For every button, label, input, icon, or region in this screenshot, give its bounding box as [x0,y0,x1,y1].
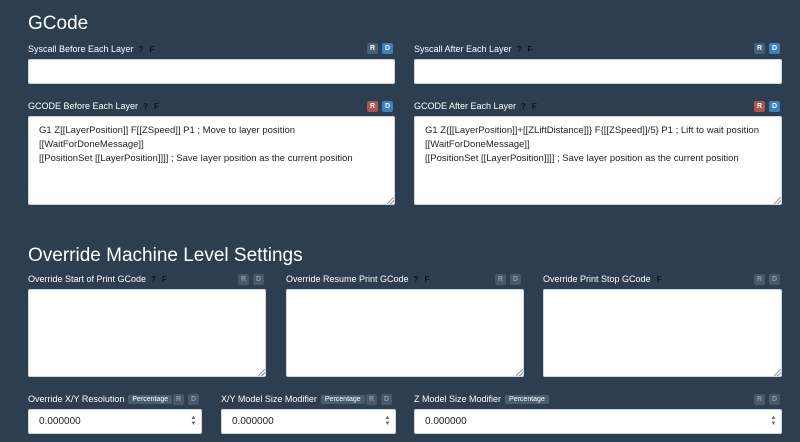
flag-icon[interactable]: F [424,275,429,284]
gcode-after-label: GCODE After Each Layer [414,101,517,111]
syscall-after-label-row: Syscall After Each Layer? F [414,44,532,54]
resize-grip-icon[interactable] [774,369,781,376]
gcode-before-r-button[interactable]: R [367,101,378,112]
xy-size-value: 0.000000 [232,416,274,427]
gcode-before-label: GCODE Before Each Layer [28,101,139,111]
syscall-after-r-button[interactable]: R [754,43,765,54]
resize-grip-icon[interactable] [387,197,394,204]
resize-grip-icon[interactable] [774,197,781,204]
start-print-textarea[interactable] [28,289,266,377]
xy-size-label: X/Y Model Size Modifier [221,394,317,404]
percentage-badge: Percentage [505,395,549,405]
stop-print-label-row: Override Print Stop GCode F [543,274,661,284]
help-icon[interactable]: ? [139,45,144,54]
percentage-badge: Percentage [320,395,365,405]
stop-print-d-button[interactable]: D [769,274,780,285]
stop-print-textarea[interactable] [543,289,782,377]
help-icon[interactable]: ? [143,102,148,111]
xy-size-label-row: X/Y Model Size Modifier Percentage [221,394,365,405]
flag-icon[interactable]: F [532,102,537,111]
z-size-r-button[interactable]: R [754,394,765,405]
z-size-label: Z Model Size Modifier [414,394,502,404]
xy-resolution-r-button[interactable]: R [173,394,184,405]
stop-print-r-button[interactable]: R [754,274,765,285]
z-size-value: 0.000000 [425,416,467,427]
start-print-label-row: Override Start of Print GCode? F [28,274,167,284]
syscall-after-d-button[interactable]: D [769,43,780,54]
resume-print-d-button[interactable]: D [510,274,521,285]
syscall-after-input[interactable] [414,59,782,84]
xy-size-input[interactable]: 0.000000 ▲ ▼ [221,409,396,434]
gcode-before-label-row: GCODE Before Each Layer? F [28,101,159,111]
syscall-after-label: Syscall After Each Layer [414,44,512,54]
start-print-r-button[interactable]: R [238,274,249,285]
help-icon[interactable]: ? [521,102,526,111]
gcode-before-textarea[interactable]: G1 Z[[LayerPosition]] F[[ZSpeed]] P1 ; M… [28,116,395,205]
help-icon[interactable]: ? [414,275,419,284]
resize-grip-icon[interactable] [258,369,265,376]
help-icon[interactable]: ? [517,45,522,54]
start-print-label: Override Start of Print GCode [28,274,147,284]
spinner-icon[interactable]: ▲ ▼ [190,415,197,428]
flag-icon[interactable]: F [162,275,167,284]
stop-print-label: Override Print Stop GCode [543,274,651,284]
gcode-after-label-row: GCODE After Each Layer? F [414,101,537,111]
z-size-d-button[interactable]: D [769,394,780,405]
percentage-badge: Percentage [128,395,173,405]
xy-resolution-d-button[interactable]: D [188,394,199,405]
xy-size-d-button[interactable]: D [381,394,392,405]
help-icon[interactable]: ? [151,275,156,284]
flag-icon[interactable]: F [527,45,532,54]
xy-resolution-label: Override X/Y Resolution [28,394,125,404]
gcode-after-r-button[interactable]: R [754,101,765,112]
xy-resolution-label-row: Override X/Y Resolution Percentage [28,394,173,405]
z-size-label-row: Z Model Size Modifier Percentage [414,394,549,405]
spinner-icon[interactable]: ▲ ▼ [384,415,391,428]
spinner-icon[interactable]: ▲ ▼ [770,415,777,428]
section-title-override: Override Machine Level Settings [28,245,303,266]
flag-icon[interactable]: F [149,45,154,54]
xy-resolution-input[interactable]: 0.000000 ▲ ▼ [28,409,202,434]
xy-resolution-value: 0.000000 [39,416,81,427]
section-title-gcode: GCode [28,13,89,34]
resume-print-textarea[interactable] [286,289,524,377]
syscall-before-label-row: Syscall Before Each Layer? F [28,44,154,54]
start-print-d-button[interactable]: D [253,274,264,285]
syscall-before-input[interactable] [28,59,395,84]
resume-print-label-row: Override Resume Print GCode? F [286,274,429,284]
flag-icon[interactable]: F [657,275,662,284]
gcode-after-textarea[interactable]: G1 Z{[[LayerPosition]]+[[ZLiftDistance]]… [414,116,782,205]
gcode-before-d-button[interactable]: D [382,101,393,112]
syscall-before-r-button[interactable]: R [367,43,378,54]
xy-size-r-button[interactable]: R [366,394,377,405]
gcode-after-d-button[interactable]: D [769,101,780,112]
syscall-before-label: Syscall Before Each Layer [28,44,134,54]
resize-grip-icon[interactable] [516,369,523,376]
resume-print-label: Override Resume Print GCode [286,274,409,284]
resume-print-r-button[interactable]: R [495,274,506,285]
z-size-input[interactable]: 0.000000 ▲ ▼ [414,409,782,434]
flag-icon[interactable]: F [154,102,159,111]
syscall-before-d-button[interactable]: D [382,43,393,54]
